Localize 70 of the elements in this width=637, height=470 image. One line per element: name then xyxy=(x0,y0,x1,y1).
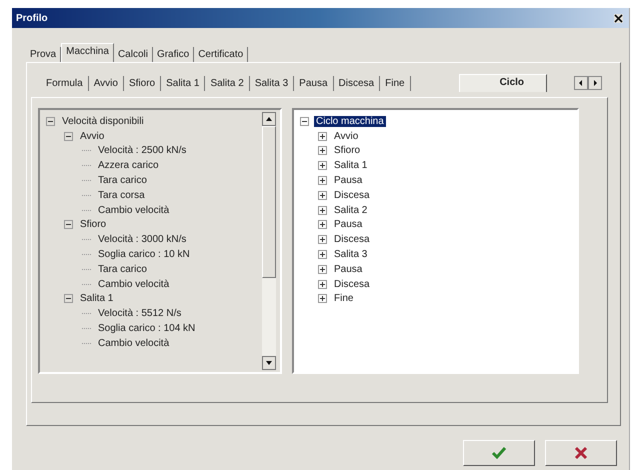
tab[interactable]: Macchina xyxy=(61,43,114,62)
expand-icon[interactable] xyxy=(318,146,327,156)
checkmark-icon xyxy=(491,446,507,460)
tree-item[interactable]: Soglia carico : 10 kN xyxy=(96,249,192,260)
tree-item[interactable]: Sfioro xyxy=(78,219,108,230)
tree-item[interactable]: Tara corsa xyxy=(96,190,147,201)
tab[interactable]: Formula xyxy=(41,76,89,90)
tree-item[interactable]: Pausa xyxy=(332,264,364,275)
tree-item[interactable]: Tara carico xyxy=(96,264,149,275)
tab[interactable]: Ciclo xyxy=(458,74,548,92)
tab[interactable]: Calcoli xyxy=(114,47,153,62)
tree-item[interactable]: Soglia carico : 104 kN xyxy=(96,323,198,334)
tab[interactable]: Salita 1 xyxy=(161,76,206,90)
tree-item[interactable]: Salita 3 xyxy=(332,249,370,260)
close-icon[interactable] xyxy=(614,14,623,22)
tree-item[interactable]: Avvio xyxy=(78,130,106,142)
tree-item[interactable]: Fine xyxy=(332,293,356,304)
tree-item[interactable]: Cambio velocità xyxy=(96,204,172,216)
scrollbar[interactable] xyxy=(262,112,276,370)
tab[interactable]: Fine xyxy=(380,76,411,90)
tree-item[interactable]: Salita 1 xyxy=(78,293,116,304)
tree-item[interactable]: Discesa xyxy=(332,234,372,246)
expand-icon[interactable] xyxy=(318,190,327,200)
tree-item[interactable]: Discesa xyxy=(332,278,372,290)
tab[interactable]: Pausa xyxy=(294,76,334,90)
expand-icon[interactable] xyxy=(318,220,327,230)
expand-icon[interactable] xyxy=(318,132,327,141)
tree-item[interactable]: Salita 1 xyxy=(332,160,370,172)
tree-item[interactable]: Cambio velocità xyxy=(96,278,172,290)
scroll-up-icon[interactable] xyxy=(262,112,276,126)
tree-item[interactable]: Velocità : 2500 kN/s xyxy=(96,145,188,156)
collapse-icon[interactable] xyxy=(64,132,73,141)
expand-icon[interactable] xyxy=(318,161,327,170)
collapse-icon[interactable] xyxy=(300,116,309,126)
expand-icon[interactable] xyxy=(318,294,327,304)
tree-item[interactable]: Discesa xyxy=(332,190,372,201)
ok-button[interactable] xyxy=(463,440,535,466)
collapse-icon[interactable] xyxy=(64,220,73,230)
tree-item[interactable]: Azzera carico xyxy=(96,160,161,172)
expand-icon[interactable] xyxy=(318,264,327,274)
collapse-icon[interactable] xyxy=(64,294,73,304)
tab[interactable]: Discesa xyxy=(334,76,380,90)
tree-item[interactable]: Salita 2 xyxy=(332,204,370,216)
tree-item[interactable]: Pausa xyxy=(332,219,364,230)
expand-icon[interactable] xyxy=(318,206,327,215)
tab-scroll-arrows-icon[interactable] xyxy=(574,76,602,90)
tab[interactable]: Salita 3 xyxy=(250,76,294,90)
tab[interactable]: Certificato xyxy=(194,47,248,62)
tree-item[interactable]: Sfioro xyxy=(332,145,362,156)
cross-icon xyxy=(574,446,588,460)
tree-item[interactable]: Velocità disponibili xyxy=(60,116,146,127)
tab[interactable]: Sfioro xyxy=(124,76,162,90)
cancel-button[interactable] xyxy=(545,440,617,466)
tree-item[interactable]: Ciclo macchina xyxy=(314,116,386,127)
expand-icon[interactable] xyxy=(318,250,327,260)
scroll-down-icon[interactable] xyxy=(262,356,276,370)
expand-icon[interactable] xyxy=(318,176,327,186)
tree-item[interactable]: Avvio xyxy=(332,130,360,142)
tree-item[interactable]: Tara carico xyxy=(96,175,149,186)
tree-item[interactable]: Cambio velocità xyxy=(96,338,172,349)
window-title: Profilo xyxy=(16,12,48,24)
tree-item[interactable]: Pausa xyxy=(332,175,364,186)
tab[interactable]: Grafico xyxy=(152,47,194,62)
collapse-icon[interactable] xyxy=(46,116,55,126)
tree-item[interactable]: Velocità : 3000 kN/s xyxy=(96,234,188,246)
expand-icon[interactable] xyxy=(318,280,327,289)
tab[interactable]: Avvio xyxy=(88,76,124,90)
expand-icon[interactable] xyxy=(318,235,327,244)
tree-item[interactable]: Velocità : 5512 N/s xyxy=(96,308,184,320)
tab[interactable]: Salita 2 xyxy=(205,76,250,90)
